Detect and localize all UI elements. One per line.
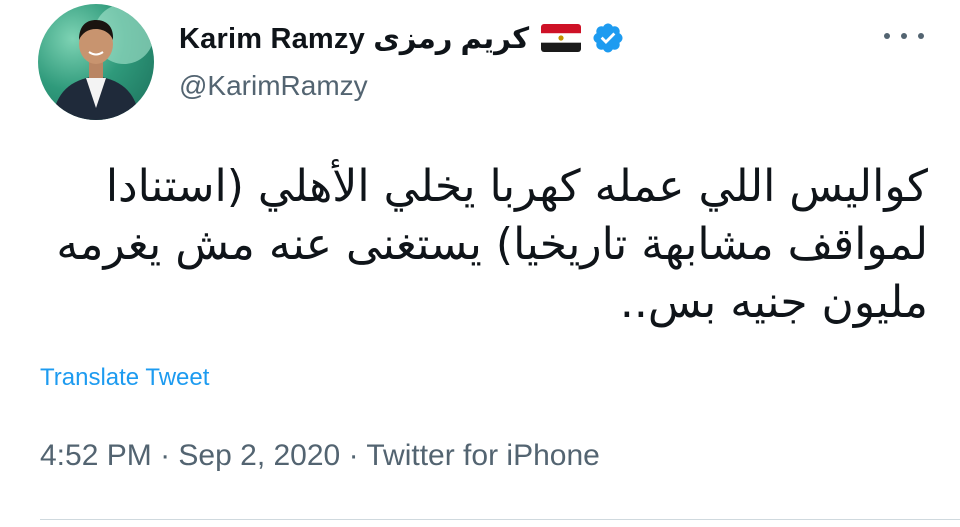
tweet-time[interactable]: 4:52 PM xyxy=(40,439,152,472)
name-row: Karim Ramzy كريم رمزى xyxy=(179,12,625,64)
verified-badge-icon xyxy=(591,21,625,55)
tweet-source[interactable]: Twitter for iPhone xyxy=(366,439,599,472)
more-dot xyxy=(884,33,890,39)
more-dot xyxy=(918,33,924,39)
tweet-date[interactable]: Sep 2, 2020 xyxy=(178,439,340,472)
display-name[interactable]: Karim Ramzy كريم رمزى xyxy=(179,21,529,56)
tweet-card: Karim Ramzy كريم رمزى @KarimRamzy كواليس… xyxy=(0,0,960,527)
more-dot xyxy=(901,33,907,39)
avatar-image xyxy=(52,4,154,120)
meta-separator: · xyxy=(348,439,359,472)
more-options-icon[interactable] xyxy=(884,26,924,46)
tweet-header: Karim Ramzy كريم رمزى @KarimRamzy xyxy=(179,12,625,122)
user-handle[interactable]: @KarimRamzy xyxy=(179,70,625,102)
meta-separator: · xyxy=(160,439,171,472)
divider xyxy=(40,519,960,520)
tweet-text: كواليس اللي عمله كهربا يخلي الأهلي (استن… xyxy=(56,161,928,328)
tweet-metadata: 4:52 PM · Sep 2, 2020 · Twitter for iPho… xyxy=(40,439,600,473)
avatar[interactable] xyxy=(38,4,154,120)
translate-tweet-link[interactable]: Translate Tweet xyxy=(40,364,209,392)
egypt-flag-icon xyxy=(541,24,582,52)
